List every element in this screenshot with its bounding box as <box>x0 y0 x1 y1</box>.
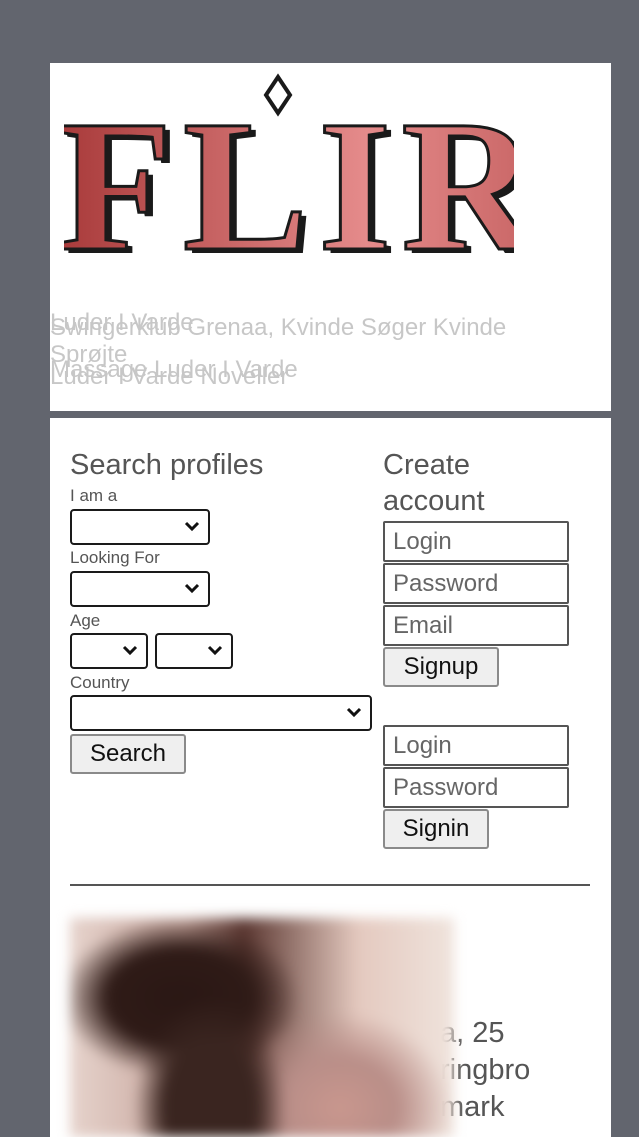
age-label: Age <box>70 611 101 630</box>
country-select[interactable] <box>70 695 372 731</box>
create-account-title-line1: Create <box>383 449 471 481</box>
i-am-label: I am a <box>70 486 118 505</box>
signin-password-input[interactable] <box>383 767 569 808</box>
looking-for-label: Looking For <box>70 548 160 567</box>
search-button[interactable]: Search <box>70 734 186 774</box>
create-account-title-line2: account <box>383 485 485 517</box>
search-title: Search profiles <box>70 449 264 481</box>
header-link-2c[interactable]: Luder I Varde Noveller <box>50 363 288 391</box>
signup-login-input[interactable] <box>383 521 569 562</box>
age-max-select[interactable] <box>155 633 233 669</box>
chevron-down-icon <box>184 583 200 594</box>
section-divider <box>70 884 590 886</box>
logo-text: FLIRT <box>64 81 514 269</box>
chevron-down-icon <box>122 645 138 656</box>
signup-button[interactable]: Signup <box>383 647 499 687</box>
chevron-down-icon <box>346 707 362 718</box>
country-label: Country <box>70 673 130 692</box>
signin-login-input[interactable] <box>383 725 569 766</box>
profile-photo[interactable] <box>70 918 454 1137</box>
header-link-1b[interactable]: Swingerklub Grenaa, Kvinde Søger Kvinde <box>50 314 506 342</box>
looking-for-select[interactable] <box>70 571 210 607</box>
signup-email-input[interactable] <box>383 605 569 646</box>
chevron-down-icon <box>207 645 223 656</box>
age-min-select[interactable] <box>70 633 148 669</box>
signup-password-input[interactable] <box>383 563 569 604</box>
signin-button[interactable]: Signin <box>383 809 489 849</box>
i-am-select[interactable] <box>70 509 210 545</box>
flirt-logo[interactable]: FLIRT FLIRT <box>64 69 514 269</box>
chevron-down-icon <box>184 521 200 532</box>
site-header: FLIRT FLIRT Luder I Varde Swingerklub Gr… <box>50 63 611 411</box>
main-content: Search profiles I am a Looking For Age C… <box>50 418 611 1137</box>
logo-wordmark: FLIRT FLIRT <box>64 80 514 270</box>
